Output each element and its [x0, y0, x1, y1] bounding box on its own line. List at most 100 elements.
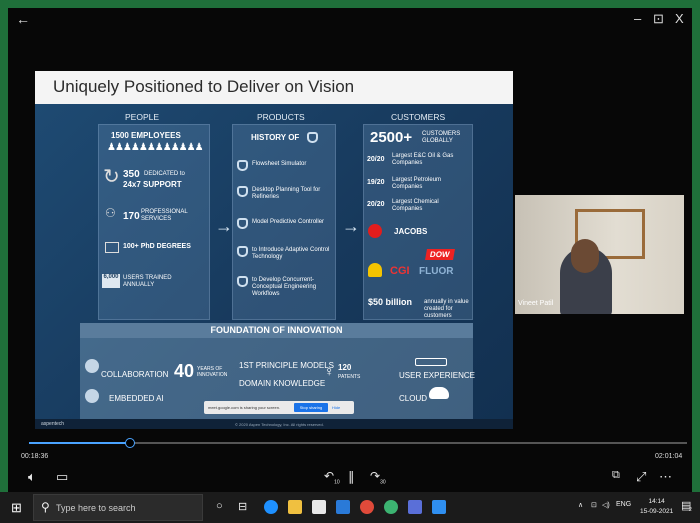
foundation-title: FOUNDATION OF INNOVATION — [80, 323, 473, 338]
footer-copyright: © 2020 Aspen Technology, Inc. All rights… — [235, 422, 324, 427]
ratio: 19/20 — [367, 179, 385, 186]
elapsed-time: 00:18:36 — [21, 453, 49, 460]
value-amount: $50 billion — [368, 297, 413, 307]
users-label: USERS TRAINED ANNUALLY — [123, 275, 172, 288]
services-number: 170 — [123, 211, 140, 222]
chrome-app-icon[interactable] — [384, 500, 398, 514]
pause-button[interactable]: ∥ — [348, 469, 355, 485]
customer-logo: DOW — [425, 249, 455, 260]
col-people: PEOPLE — [125, 112, 160, 122]
trophy-icon — [237, 246, 248, 257]
product-item: Model Predictive Controller — [237, 217, 335, 237]
product-label: Flowsheet Simulator — [252, 161, 307, 167]
users-number: 6,000 — [102, 274, 120, 288]
trophy-icon — [237, 160, 248, 171]
back-arrow-icon[interactable]: ← — [16, 11, 30, 27]
bulb-icon: ♀ — [324, 363, 335, 379]
windows-taskbar: ⊞ ⚲ Type here to search ○ ⊟ ∧ ⊡ ◁) ENG 1… — [0, 492, 700, 523]
product-item: to Develop Concurrent-Conceptual Enginee… — [237, 275, 335, 297]
slide-header: Uniquely Positioned to Deliver on Vision — [35, 71, 513, 104]
trophy-icon — [237, 218, 248, 229]
product-label: to Introduce Adaptive Control Technology — [252, 247, 330, 260]
support-clock-icon: ↻ — [103, 166, 120, 188]
history-label: HISTORY OF — [251, 133, 300, 142]
support-247: 24x7 SUPPORT — [123, 180, 182, 189]
skip-back-seconds: 10 — [334, 479, 340, 486]
close-button[interactable]: X — [675, 11, 684, 26]
task-view-icon[interactable]: ⊟ — [238, 500, 247, 513]
skip-back-button[interactable]: ↶10 — [324, 469, 340, 485]
search-placeholder: Type here to search — [56, 503, 136, 513]
support-label: DEDICATED to — [144, 171, 185, 177]
captions-icon[interactable]: ▭ — [56, 469, 68, 485]
trophy-icon — [237, 276, 248, 287]
seek-progress — [29, 442, 130, 444]
product-label: Model Predictive Controller — [252, 219, 325, 225]
seek-bar[interactable] — [29, 438, 687, 448]
product-item: Flowsheet Simulator — [237, 159, 335, 179]
support-number: 350 — [123, 169, 140, 180]
collaboration-icon — [85, 359, 99, 373]
skip-forward-button[interactable]: ↷30 — [370, 469, 386, 485]
product-label: Desktop Planning Tool for Refineries — [252, 187, 321, 200]
hide-banner-button[interactable]: Hide — [332, 405, 340, 410]
windows-start-icon[interactable]: ⊞ — [11, 500, 22, 516]
maximize-button[interactable]: ⊡ — [653, 11, 664, 27]
services-label: PROFESSIONAL SERVICES — [141, 209, 188, 222]
slide-title: Uniquely Positioned to Deliver on Vision — [53, 77, 355, 96]
store-icon[interactable] — [312, 500, 326, 514]
stop-sharing-button[interactable]: Stop sharing — [294, 403, 328, 412]
language-indicator[interactable]: ENG — [616, 501, 631, 508]
system-clock[interactable]: 14:14 15-09-2021 — [640, 497, 673, 517]
customers-count: 2500+ — [370, 129, 413, 146]
clock-time: 14:14 — [648, 498, 665, 505]
title-bar: ← – ⊡ X — [8, 8, 692, 36]
more-options-icon[interactable]: ⋯ — [659, 469, 672, 485]
video-player-window: ← – ⊡ X Uniquely Positioned to Deliver o… — [8, 8, 692, 492]
slide-footer: aspentech © 2020 Aspen Technology, Inc. … — [35, 419, 513, 429]
services-people-icon: ⚇ — [105, 206, 116, 220]
ux-label: USER EXPERIENCE — [399, 371, 476, 380]
customer-logo: FLUOR — [419, 266, 454, 277]
notification-count: 2 — [689, 507, 692, 513]
file-explorer-icon[interactable] — [288, 500, 302, 514]
mail-icon[interactable] — [336, 500, 350, 514]
miniplayer-icon[interactable]: ⧉ — [612, 469, 620, 482]
presentation-slide: Uniquely Positioned to Deliver on Vision… — [35, 71, 513, 429]
chrome-icon[interactable] — [360, 500, 374, 514]
volume-icon[interactable]: 🔈︎ — [28, 469, 36, 485]
people-panel: 1500 EMPLOYEES ♟♟♟♟♟♟♟♟♟♟♟♟ ↻ 350 DEDICA… — [98, 124, 210, 320]
domain-knowledge: DOMAIN KNOWLEDGE — [239, 379, 326, 388]
skip-forward-seconds: 30 — [380, 479, 386, 486]
minimize-button[interactable]: – — [634, 11, 641, 26]
patents-number: 120 — [338, 363, 352, 372]
cortana-icon[interactable]: ○ — [216, 500, 223, 512]
collaboration-label: COLLABORATION — [101, 370, 169, 379]
patents-label: PATENTS — [338, 374, 361, 380]
tray-chevron-icon[interactable]: ∧ — [578, 501, 583, 509]
speaker-head — [571, 239, 599, 273]
ai-label: EMBEDDED AI — [109, 394, 164, 403]
cloud-icon — [429, 387, 449, 399]
volume-tray-icon[interactable]: ◁) — [602, 501, 610, 509]
app-icon[interactable] — [408, 500, 422, 514]
fullscreen-icon[interactable]: ⤢ — [636, 469, 646, 485]
ratio-label: Largest E&C Oil & Gas Companies — [392, 153, 454, 166]
taskbar-search-box[interactable]: ⚲ Type here to search — [33, 494, 203, 521]
phd-display-icon — [105, 242, 119, 253]
movies-tv-icon[interactable] — [432, 500, 446, 514]
phd-degrees: 100+ PhD DEGREES — [123, 243, 191, 250]
customer-logo: JACOBS — [394, 227, 428, 236]
network-icon[interactable]: ⊡ — [591, 501, 597, 509]
ratio-label: Largest Chemical Companies — [392, 199, 439, 212]
years-label: YEARS OF INNOVATION — [197, 366, 228, 378]
screen-share-banner: meet.google.com is sharing your screen. … — [204, 401, 354, 414]
edge-icon[interactable] — [264, 500, 278, 514]
employees-count: 1500 EMPLOYEES — [111, 131, 181, 140]
customers-panel: 2500+ CUSTOMERS GLOBALLY 20/20 Largest E… — [363, 124, 473, 320]
customer-logo-shell — [368, 263, 382, 277]
arrow-right-icon: → — [215, 216, 233, 236]
seek-handle[interactable] — [125, 438, 135, 448]
years-number: 40 — [174, 361, 195, 381]
ai-icon — [85, 389, 99, 403]
